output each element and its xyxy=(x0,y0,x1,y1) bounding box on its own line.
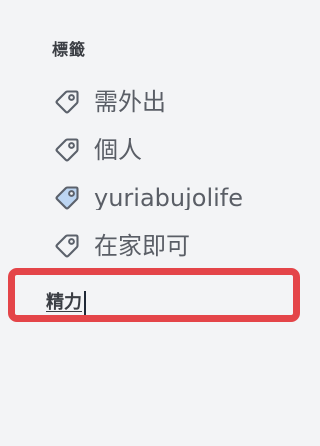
tag-icon xyxy=(52,135,82,165)
tag-icon xyxy=(52,183,82,213)
tag-icon xyxy=(52,231,82,261)
new-tag-input[interactable]: 精力 xyxy=(46,290,86,316)
tag-label: yuriabujolife xyxy=(94,184,244,212)
tag-item-2[interactable]: yuriabujolife xyxy=(52,178,314,218)
text-caret xyxy=(84,291,86,315)
tag-icon xyxy=(52,87,82,117)
tags-panel: 標籤 需外出 個人 yuriabujolife 在家即可 精力 xyxy=(0,0,316,446)
tag-item-0[interactable]: 需外出 xyxy=(52,82,314,122)
tag-item-1[interactable]: 個人 xyxy=(52,130,314,170)
tag-label: 需外出 xyxy=(94,88,166,116)
tags-section-title: 標籤 xyxy=(52,40,87,59)
tag-item-3[interactable]: 在家即可 xyxy=(52,226,314,266)
new-tag-text: 精力 xyxy=(46,292,82,313)
tag-label: 個人 xyxy=(94,136,142,164)
tag-label: 在家即可 xyxy=(94,232,190,260)
